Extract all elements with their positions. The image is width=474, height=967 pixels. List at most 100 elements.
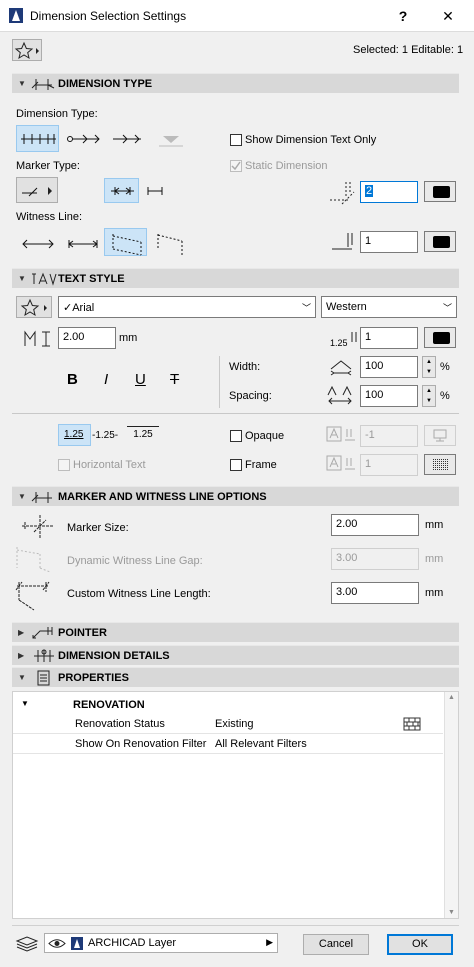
marker-arrow-button[interactable] [104,178,139,203]
spacing-percent: % [440,390,450,402]
dimension-type-label: Dimension Type: [16,108,98,120]
scroll-down-icon[interactable]: ▼ [445,909,458,916]
marker-size-icon [22,515,54,538]
table-row[interactable]: Show On Renovation Filter All Relevant F… [13,734,443,754]
witness-pen-field[interactable]: 1 [360,231,418,253]
static-dimension-checkbox[interactable] [230,160,242,172]
text-style-icon [32,272,57,286]
chevron-right-icon: ▶ [266,937,273,947]
elevation-dimension-icon [159,136,183,147]
text-width-icon [330,360,352,376]
script-dropdown[interactable]: Western ﹀ [321,296,457,318]
width-spinner[interactable]: ▲ ▼ [422,356,436,378]
section-dimension-details[interactable]: ▶ DIMENSION DETAILS [12,645,459,665]
text-pen-icon: 1.25 [330,332,357,348]
opaque-color[interactable] [424,425,456,446]
close-button[interactable]: ✕ [436,4,460,28]
base-line-dimension-button[interactable] [106,125,146,152]
frame-checkbox[interactable] [230,459,242,471]
pattern-icon [433,458,449,471]
spacing-field[interactable]: 100 [360,385,418,407]
collapse-arrow-icon[interactable]: ▼ [21,699,29,708]
strikethrough-button[interactable]: T [170,371,179,388]
divider [219,356,220,408]
base-line-dimension-icon [113,134,141,144]
text-favorites-button[interactable] [16,296,52,318]
table-row[interactable]: Renovation Status Existing [13,714,443,734]
marker-arrow-icon [111,187,134,195]
opaque-label: Opaque [245,430,285,442]
witness-none-icon [22,239,54,249]
opaque-checkbox[interactable] [230,430,242,442]
bold-button[interactable]: B [67,371,78,388]
witness-gap-label: Dynamic Witness Line Gap: [67,555,203,567]
witness-full-icon [112,234,142,256]
separator [12,413,459,414]
underline-button[interactable]: U [135,371,146,388]
frame-pen-icon [326,455,355,471]
marker-size-field[interactable]: 2.00 [331,514,419,536]
section-marker-witness[interactable]: ▼ MARKER AND WITNESS LINE OPTIONS [12,486,459,506]
cumulative-dimension-icon [67,134,100,144]
horizontal-text-checkbox[interactable] [58,459,70,471]
pointer-icon [32,627,53,639]
section-title: MARKER AND WITNESS LINE OPTIONS [58,491,267,503]
linear-dimension-button[interactable] [16,125,59,152]
frame-color[interactable] [424,454,456,475]
width-field[interactable]: 100 [360,356,418,378]
opaque-pen-field[interactable]: -1 [360,425,418,447]
text-pen-field[interactable]: 1 [360,327,418,349]
show-text-only-checkbox[interactable] [230,134,242,146]
help-button[interactable]: ? [391,4,415,28]
text-size-icon [24,330,50,347]
text-size-field[interactable]: 2.00 [58,327,116,349]
witness-none-button[interactable] [16,230,58,256]
witness-marker-button[interactable] [142,178,166,203]
italic-button[interactable]: I [104,371,108,388]
witness-short-button[interactable] [62,230,102,256]
static-dimension-label: Static Dimension [245,160,328,172]
selection-count: Selected: 1 Editable: 1 [353,44,464,56]
text-position-inline-button[interactable]: -1.25- [92,430,118,441]
spacing-spinner[interactable]: ▲ ▼ [422,385,436,407]
witness-pen-color[interactable] [424,231,456,252]
chevron-down-icon: ﹀ [442,303,452,313]
custom-witness-length-field[interactable]: 3.00 [331,582,419,604]
witness-gap-field[interactable]: 3.00 [331,548,419,570]
marker-size-unit: mm [425,519,444,531]
favorites-button[interactable] [12,39,42,61]
section-title: PROPERTIES [58,672,129,684]
brick-wall-icon[interactable] [403,716,421,732]
archicad-app-icon [9,8,23,23]
cumulative-dimension-button[interactable] [62,125,102,152]
marker-type-dropdown[interactable] [16,177,58,203]
frame-pen-field[interactable]: 1 [360,454,418,476]
text-position-above-button[interactable]: 1.25 [58,424,91,446]
marker-pen-color[interactable] [424,181,456,202]
elevation-dimension-button[interactable] [150,125,190,152]
properties-panel: ▼ RENOVATION Renovation Status Existing … [12,691,459,919]
opaque-pen-icon [326,426,355,442]
section-properties[interactable]: ▼ PROPERTIES [12,667,459,687]
spacing-label: Spacing: [229,390,272,402]
cancel-button[interactable]: Cancel [303,934,369,955]
custom-witness-length-icon [15,581,50,611]
layer-dropdown[interactable]: ARCHICAD Layer ▶ [44,933,278,953]
witness-custom-button[interactable] [151,228,187,256]
section-title: TEXT STYLE [58,273,125,285]
font-dropdown[interactable]: ✓Arial ﹀ [58,296,316,318]
ok-button[interactable]: OK [387,934,453,955]
scroll-up-icon[interactable]: ▲ [445,694,458,701]
section-text-style[interactable]: ▼ TEXT STYLE [12,268,459,288]
frame-label: Frame [245,459,277,471]
marker-pen-field[interactable]: 2 [360,181,418,203]
width-label: Width: [229,361,261,373]
section-pointer[interactable]: ▶ POINTER [12,622,459,642]
text-position-below-button[interactable]: 1.25 [127,426,159,440]
section-dimension-type[interactable]: ▼ DIMENSION TYPE [12,73,459,93]
witness-full-button[interactable] [104,228,147,256]
scrollbar[interactable]: ▲ ▼ [444,692,458,918]
checkmark-icon [231,161,241,171]
eye-icon [48,939,66,948]
text-pen-color[interactable] [424,327,456,348]
